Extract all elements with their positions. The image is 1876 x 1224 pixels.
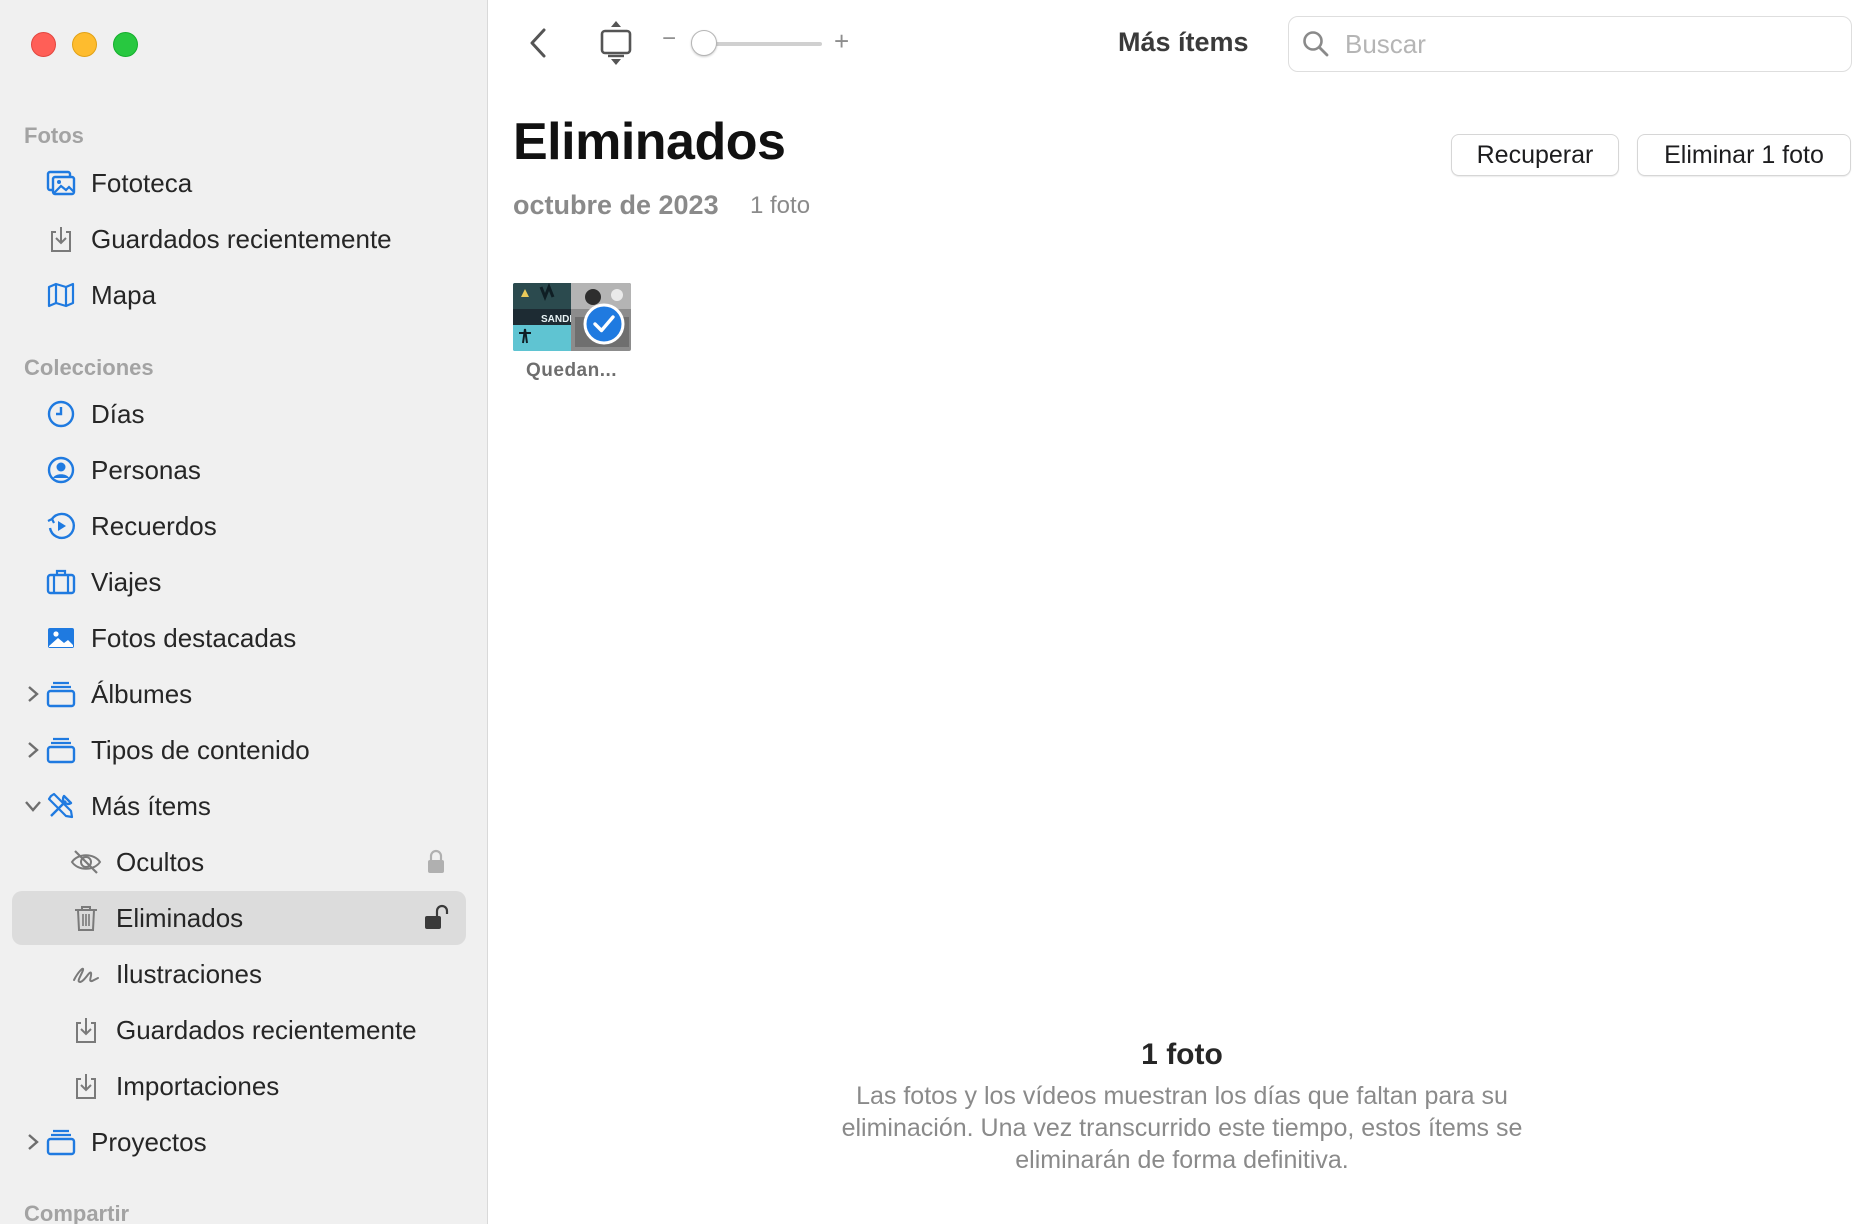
sidebar-item-label: Recuerdos (91, 510, 217, 541)
page-title: Eliminados (513, 113, 786, 171)
sidebar-item-label: Guardados recientemente (91, 223, 392, 254)
sidebar: Fotos Fototeca Guardados recientemente M… (0, 0, 488, 1224)
sidebar-item-mapa[interactable]: Mapa (12, 268, 466, 322)
zoom-slider-knob[interactable] (691, 30, 717, 56)
sidebar-item-label: Ilustraciones (116, 958, 262, 989)
sidebar-item-label: Más ítems (91, 790, 211, 821)
scribble-icon (69, 957, 103, 991)
lock-closed-icon (428, 849, 444, 873)
section-title-fotos: Fotos (24, 123, 84, 148)
search-icon (1303, 31, 1329, 57)
sidebar-item-fototeca[interactable]: Fototeca (12, 156, 466, 210)
sidebar-item-guardados-recientemente[interactable]: Guardados recientemente (12, 212, 466, 266)
stack-icon (44, 733, 78, 767)
sidebar-item-label: Álbumes (91, 678, 193, 709)
sidebar-item-mas-items[interactable]: Más ítems (12, 779, 466, 833)
map-icon (44, 278, 78, 312)
sidebar-item-guardados-recientemente-2[interactable]: Guardados recientemente (12, 1003, 466, 1057)
sidebar-item-label: Fototeca (91, 167, 193, 198)
section-title-colecciones: Colecciones (24, 355, 154, 380)
photo-count: 1 foto (750, 192, 811, 219)
stack-icon (44, 677, 78, 711)
photo-icon (44, 621, 78, 655)
sidebar-item-viajes[interactable]: Viajes (12, 555, 466, 609)
sidebar-item-label: Tipos de contenido (91, 734, 310, 765)
back-chevron-icon[interactable] (524, 26, 554, 60)
sidebar-item-tipos-de-contenido[interactable]: Tipos de contenido (12, 723, 466, 777)
chevron-right-icon[interactable] (22, 1130, 44, 1154)
sidebar-item-personas[interactable]: Personas (12, 443, 466, 497)
photo-caption: Quedan... (526, 360, 618, 381)
minimize-window-button[interactable] (72, 32, 97, 57)
sidebar-item-ocultos[interactable]: Ocultos (12, 835, 466, 889)
footer-info-text: Las fotos y los vídeos muestran los días… (841, 1082, 1523, 1174)
zoom-in-button[interactable]: + (834, 26, 849, 57)
tools-icon (44, 789, 78, 823)
zoom-out-button[interactable]: − (662, 25, 676, 53)
chevron-right-icon[interactable] (22, 738, 44, 762)
sidebar-item-label: Días (91, 398, 145, 429)
suitcase-icon (44, 565, 78, 599)
sidebar-item-importaciones[interactable]: Importaciones (12, 1059, 466, 1113)
section-title-compartir: Compartir (24, 1201, 130, 1224)
stack-icon (44, 1125, 78, 1159)
sidebar-item-label: Personas (91, 454, 201, 485)
main-content: Eliminados octubre de 2023 1 foto Recupe… (488, 90, 1876, 1224)
sidebar-item-dias[interactable]: Días (12, 387, 466, 441)
chevron-right-icon[interactable] (22, 682, 44, 706)
sidebar-item-label: Viajes (91, 566, 162, 597)
svg-text:SANDI: SANDI (541, 314, 572, 325)
sidebar-item-label: Fotos destacadas (91, 622, 297, 653)
footer-count: 1 foto (1141, 1038, 1223, 1071)
sidebar-item-recuerdos[interactable]: Recuerdos (12, 499, 466, 553)
photos-window: Fotos Fototeca Guardados recientemente M… (0, 0, 1876, 1224)
person-circle-icon (44, 453, 78, 487)
download-tray-icon (69, 1069, 103, 1103)
aspect-ratio-icon[interactable] (598, 20, 634, 66)
close-window-button[interactable] (31, 32, 56, 57)
memories-icon (44, 509, 78, 543)
toolbar-title: Más ítems (1118, 27, 1249, 57)
sidebar-item-label: Eliminados (116, 902, 244, 933)
sidebar-item-albumes[interactable]: Álbumes (12, 667, 466, 721)
photo-library-icon (44, 166, 78, 200)
maximize-window-button[interactable] (113, 32, 138, 57)
search-input[interactable] (1343, 27, 1823, 61)
sidebar-item-label: Proyectos (91, 1126, 207, 1157)
window-controls (31, 32, 138, 57)
eye-slash-icon (69, 845, 103, 879)
download-tray-icon (69, 1013, 103, 1047)
search-field[interactable] (1288, 16, 1852, 72)
chevron-down-icon[interactable] (22, 794, 44, 818)
sidebar-item-label: Guardados recientemente (116, 1014, 417, 1045)
recover-button[interactable]: Recuperar (1451, 134, 1619, 176)
clock-icon (44, 397, 78, 431)
sidebar-item-label: Mapa (91, 279, 157, 310)
delete-photo-button[interactable]: Eliminar 1 foto (1637, 134, 1851, 176)
sidebar-item-label: Ocultos (116, 846, 205, 877)
sidebar-item-fotos-destacadas[interactable]: Fotos destacadas (12, 611, 466, 665)
selected-checkmark-icon (583, 303, 625, 345)
trash-icon (69, 901, 103, 935)
sidebar-item-eliminados[interactable]: Eliminados (12, 891, 466, 945)
toolbar: − + Más ítems (488, 0, 1876, 90)
sidebar-item-ilustraciones[interactable]: Ilustraciones (12, 947, 466, 1001)
download-tray-icon (44, 222, 78, 256)
sidebar-item-label: Importaciones (116, 1070, 280, 1101)
lock-open-icon (425, 904, 449, 929)
sidebar-item-proyectos[interactable]: Proyectos (12, 1115, 466, 1169)
date-group-label: octubre de 2023 (513, 190, 719, 220)
